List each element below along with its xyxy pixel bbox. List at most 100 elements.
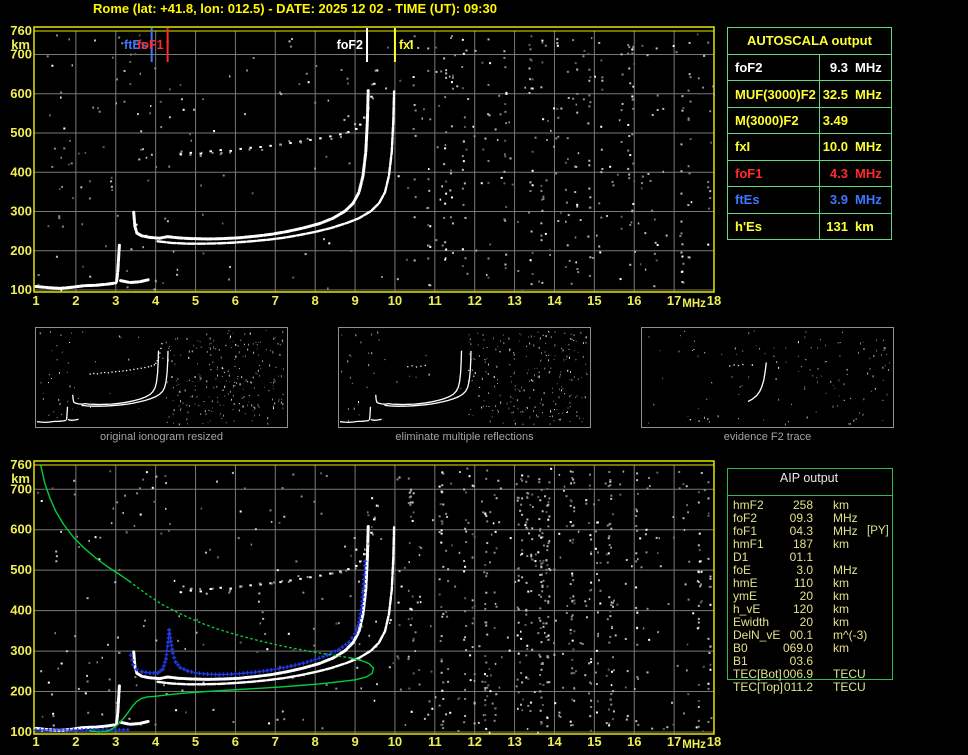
autoscala-parameter: M(3000)F2 [728, 107, 820, 134]
x-tick-label: 2 [72, 734, 79, 749]
autoscala-table-header: AUTOSCALA output [747, 33, 872, 48]
autoscala-row: ftEs 3.9 MHz [728, 186, 891, 213]
autoscala-value-unit: MHz [855, 86, 882, 102]
thumbnail-caption: original ionogram resized [100, 431, 223, 443]
y-tick-label: 600 [10, 522, 32, 537]
x-tick-label: 18 [707, 293, 721, 308]
autoscala-value-unit: MHz [855, 60, 882, 76]
x-tick-label: 15 [587, 734, 601, 749]
autoscala-row: MUF(3000)F2 32.5 MHz [728, 80, 891, 107]
x-tick-label: 1 [32, 734, 39, 749]
autoscala-value: 9.3 MHz [820, 55, 891, 80]
y-tick-label: 200 [10, 684, 32, 699]
x-tick-label: 9 [351, 293, 358, 308]
autoscala-parameter: foF1 [728, 160, 820, 187]
aip-header-divider [727, 495, 892, 496]
autoscala-parameter: MUF(3000)F2 [728, 81, 820, 107]
x-tick-label: 17 [667, 293, 681, 308]
x-tick-label: 6 [232, 293, 239, 308]
x-tick-label: 10 [388, 293, 402, 308]
x-tick-label: 15 [587, 293, 601, 308]
autoscala-row: foF2 9.3 MHz [728, 54, 891, 81]
autoscala-value: 4.3 MHz [820, 161, 891, 186]
x-tick-label: 13 [507, 293, 521, 308]
x-tick-label: 1 [32, 293, 39, 308]
y-tick-label: 400 [10, 164, 32, 179]
autoscala-value-unit: MHz [855, 192, 882, 208]
y-tick-label: 600 [10, 86, 32, 101]
thumbnail-eliminate-reflections [338, 327, 591, 428]
autoscala-parameter: fxI [728, 134, 820, 160]
x-tick-label: 13 [507, 734, 521, 749]
x-axis-unit: MHz [682, 298, 706, 310]
autoscala-value-unit: MHz [855, 165, 882, 181]
x-tick-label: 10 [388, 734, 402, 749]
x-tick-label: 17 [667, 734, 681, 749]
y-tick-label: 100 [10, 724, 32, 739]
autoscala-value-number: 131 [826, 218, 848, 234]
autoscala-value-number: 4.3 [829, 165, 848, 181]
x-tick-label: 14 [547, 293, 562, 308]
x-tick-label: 5 [192, 734, 199, 749]
x-tick-label: 3 [112, 293, 119, 308]
x-tick-label: 5 [192, 293, 199, 308]
x-tick-label: 3 [112, 734, 119, 749]
ionogram-bottom: 760700600500400300200100km1 2 3 4 5 6 7 8 9 10 11 1… [10, 457, 721, 751]
autoscala-output-table: AUTOSCALA output foF2 9.3 MHz MUF(3000)F2 32… [727, 27, 892, 240]
x-tick-label: 11 [428, 734, 442, 749]
marker-label-fxI: fxI [399, 38, 414, 52]
x-tick-label: 14 [547, 734, 562, 749]
y-tick-label: 500 [10, 125, 32, 140]
aip-rows: hmF2 258 km foF2 09.3 MHz foF1 04.3 MHz [PY] hmF1 1… [727, 499, 892, 694]
autoscala-parameter: ftEs [728, 187, 820, 213]
x-tick-label: 8 [312, 734, 319, 749]
x-tick-label: 7 [272, 734, 279, 749]
aip-extra: [PY] [867, 525, 889, 537]
ionogram-top: 760700600500400300200100km1 2 3 4 5 6 7 8 9 10 11 1… [10, 23, 721, 310]
autoscala-parameter: h'Es [728, 213, 820, 239]
x-tick-label: 9 [351, 734, 358, 749]
x-tick-label: 8 [312, 293, 319, 308]
y-axis-unit: km [11, 37, 30, 52]
y-tick-label: 200 [10, 243, 32, 258]
y-tick-label: 500 [10, 562, 32, 577]
marker-label-foF2: foF2 [337, 38, 363, 52]
y-tick-label: 400 [10, 603, 32, 618]
autoscala-row: h'Es 131 km [728, 212, 891, 239]
x-tick-label: 6 [232, 734, 239, 749]
x-tick-label: 12 [467, 734, 481, 749]
autoscala-value: 3.9 MHz [820, 187, 891, 212]
autoscala-parameter: foF2 [728, 55, 820, 81]
aip-row: TEC[Top] 011.2 TECU [727, 681, 892, 694]
autoscala-value: 32.5 MHz [820, 81, 891, 106]
x-axis-unit: MHz [682, 739, 706, 751]
autoscala-value: 3.49 [820, 108, 891, 133]
thumbnail-caption: evidence F2 trace [723, 431, 812, 443]
autoscala-value-number: 9.3 [829, 60, 848, 76]
autoscala-value-number: 3.49 [822, 113, 848, 129]
thumbnail-original-ionogram [35, 327, 288, 428]
x-tick-label: 12 [467, 293, 481, 308]
aip-unit: TECU [833, 680, 866, 694]
x-tick-label: 4 [152, 734, 160, 749]
autoscala-row: M(3000)F2 3.49 [728, 106, 891, 134]
y-tick-label: 760 [10, 457, 32, 472]
autoscala-row: fxI 10.0 MHz [728, 133, 891, 160]
marker-label-foF1: foF1 [137, 38, 163, 52]
x-tick-label: 4 [152, 293, 160, 308]
x-tick-label: 11 [428, 293, 442, 308]
y-tick-label: 300 [10, 204, 32, 219]
y-tick-label: 100 [10, 282, 32, 297]
aip-table-header: AIP output [779, 471, 839, 485]
autoscala-value-unit: km [855, 218, 874, 234]
y-tick-label: 300 [10, 643, 32, 658]
autoscala-value-number: 32.5 [822, 86, 848, 102]
x-tick-label: 18 [707, 734, 721, 749]
x-tick-label: 16 [627, 293, 641, 308]
y-axis-unit: km [11, 471, 30, 486]
aip-unit: km [833, 641, 849, 655]
x-tick-label: 16 [627, 734, 641, 749]
autoscala-value-number: 10.0 [822, 139, 848, 155]
autoscala-value: 131 km [820, 214, 891, 239]
autoscala-value-number: 3.9 [829, 192, 848, 208]
